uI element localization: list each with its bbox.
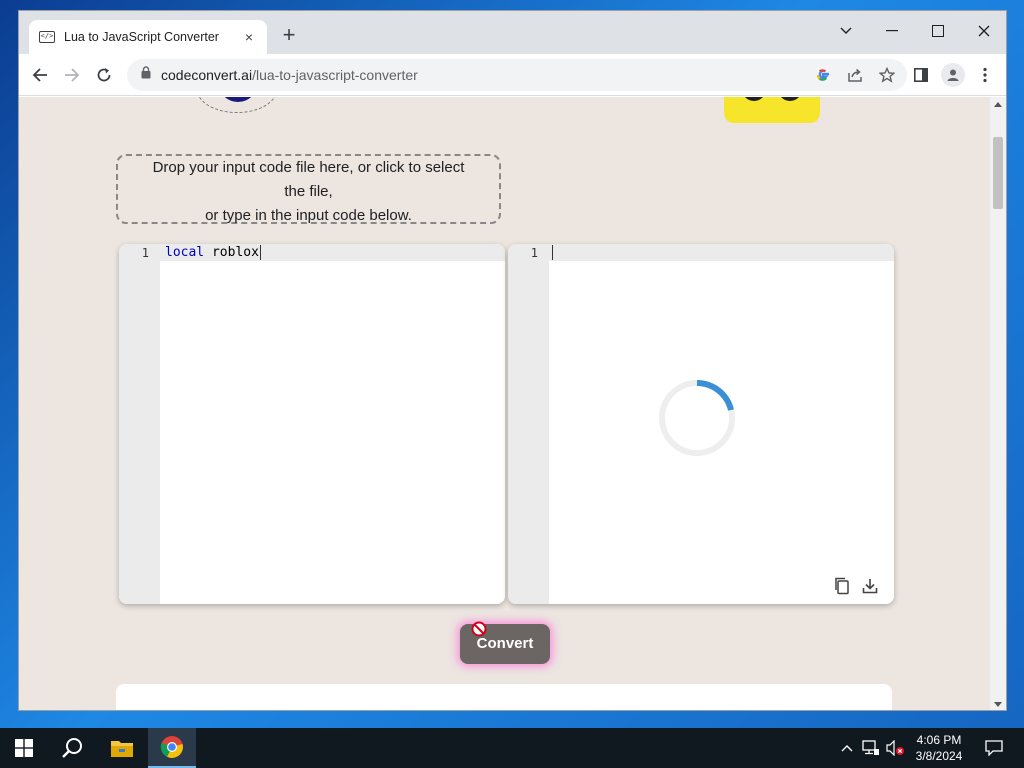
back-arrow-icon[interactable] — [28, 63, 52, 87]
scroll-up-icon[interactable] — [994, 101, 1002, 107]
show-hidden-icons-icon[interactable] — [838, 728, 856, 768]
clock-time: 4:06 PM — [916, 733, 962, 747]
output-active-line — [508, 244, 894, 261]
url-domain: codeconvert.ai — [161, 67, 253, 83]
code-keyword: local — [165, 245, 205, 260]
copy-icon[interactable] — [832, 576, 852, 596]
system-clock[interactable]: 4:06 PM 3/8/2024 — [908, 728, 970, 768]
kebab-menu-icon[interactable] — [973, 63, 997, 87]
new-tab-button[interactable]: + — [277, 24, 301, 48]
file-explorer-icon[interactable] — [98, 728, 146, 768]
close-tab-icon[interactable]: × — [241, 29, 257, 45]
output-code-editor[interactable]: 1 — [508, 244, 894, 604]
input-code-editor[interactable]: 1 local roblox — [119, 244, 505, 604]
side-panel-icon[interactable] — [909, 63, 933, 87]
notification-center-icon[interactable] — [976, 728, 1012, 768]
browser-window: </> Lua to JavaScript Converter × + code… — [18, 10, 1007, 711]
windows-taskbar: 4:06 PM 3/8/2024 — [0, 728, 1024, 768]
output-line-number: 1 — [530, 246, 538, 260]
chrome-taskbar-icon[interactable] — [148, 728, 196, 768]
url-path: /lua-to-javascript-converter — [252, 67, 418, 83]
page-content: Drop your input code file here, or click… — [19, 97, 991, 710]
tab-strip: </> Lua to JavaScript Converter × + — [19, 11, 1006, 54]
input-gutter — [119, 244, 160, 604]
output-caret — [552, 245, 553, 260]
network-icon[interactable] — [860, 728, 882, 768]
tab-title: Lua to JavaScript Converter — [64, 30, 219, 44]
dropzone-line-2: the file, — [284, 183, 333, 200]
scroll-down-icon[interactable] — [994, 702, 1002, 708]
bookmark-star-icon[interactable] — [877, 65, 897, 85]
dropzone-line-1: Drop your input code file here, or click… — [152, 159, 465, 176]
code-favicon-icon: </> — [39, 31, 55, 43]
share-icon[interactable] — [845, 65, 865, 85]
forward-arrow-icon[interactable] — [60, 63, 84, 87]
output-info-card — [116, 684, 892, 710]
logo-left-image — [197, 97, 277, 113]
url-text: codeconvert.ai/lua-to-javascript-convert… — [161, 67, 418, 83]
dropzone-line-3: or type in the input code below. — [205, 207, 412, 224]
minimize-icon[interactable] — [869, 17, 915, 45]
maximize-icon[interactable] — [915, 17, 961, 45]
input-code-line[interactable]: local roblox — [165, 245, 261, 260]
loading-spinner-icon — [659, 380, 735, 456]
scroll-thumb[interactable] — [993, 137, 1003, 209]
not-allowed-cursor-icon — [471, 621, 487, 637]
clock-date: 3/8/2024 — [915, 749, 963, 763]
volume-muted-icon[interactable] — [884, 728, 906, 768]
windows-start-icon[interactable] — [0, 728, 48, 768]
code-identifier: roblox — [204, 245, 259, 260]
profile-avatar-icon[interactable] — [941, 63, 965, 87]
close-window-icon[interactable] — [961, 17, 1006, 45]
input-line-number: 1 — [141, 246, 149, 260]
download-icon[interactable] — [860, 576, 880, 596]
browser-toolbar: codeconvert.ai/lua-to-javascript-convert… — [19, 54, 1006, 96]
lock-icon[interactable] — [141, 66, 151, 84]
file-drop-zone[interactable]: Drop your input code file here, or click… — [116, 154, 501, 224]
address-bar[interactable]: codeconvert.ai/lua-to-javascript-convert… — [127, 59, 907, 91]
google-lens-icon[interactable] — [813, 65, 833, 85]
logo-right-image — [724, 97, 820, 123]
output-gutter — [508, 244, 549, 604]
page-scrollbar[interactable] — [990, 97, 1006, 710]
taskbar-search-icon[interactable] — [48, 728, 96, 768]
reload-icon[interactable] — [92, 63, 116, 87]
tab-search-icon[interactable] — [823, 17, 869, 45]
tab-active[interactable]: </> Lua to JavaScript Converter × — [29, 20, 267, 54]
